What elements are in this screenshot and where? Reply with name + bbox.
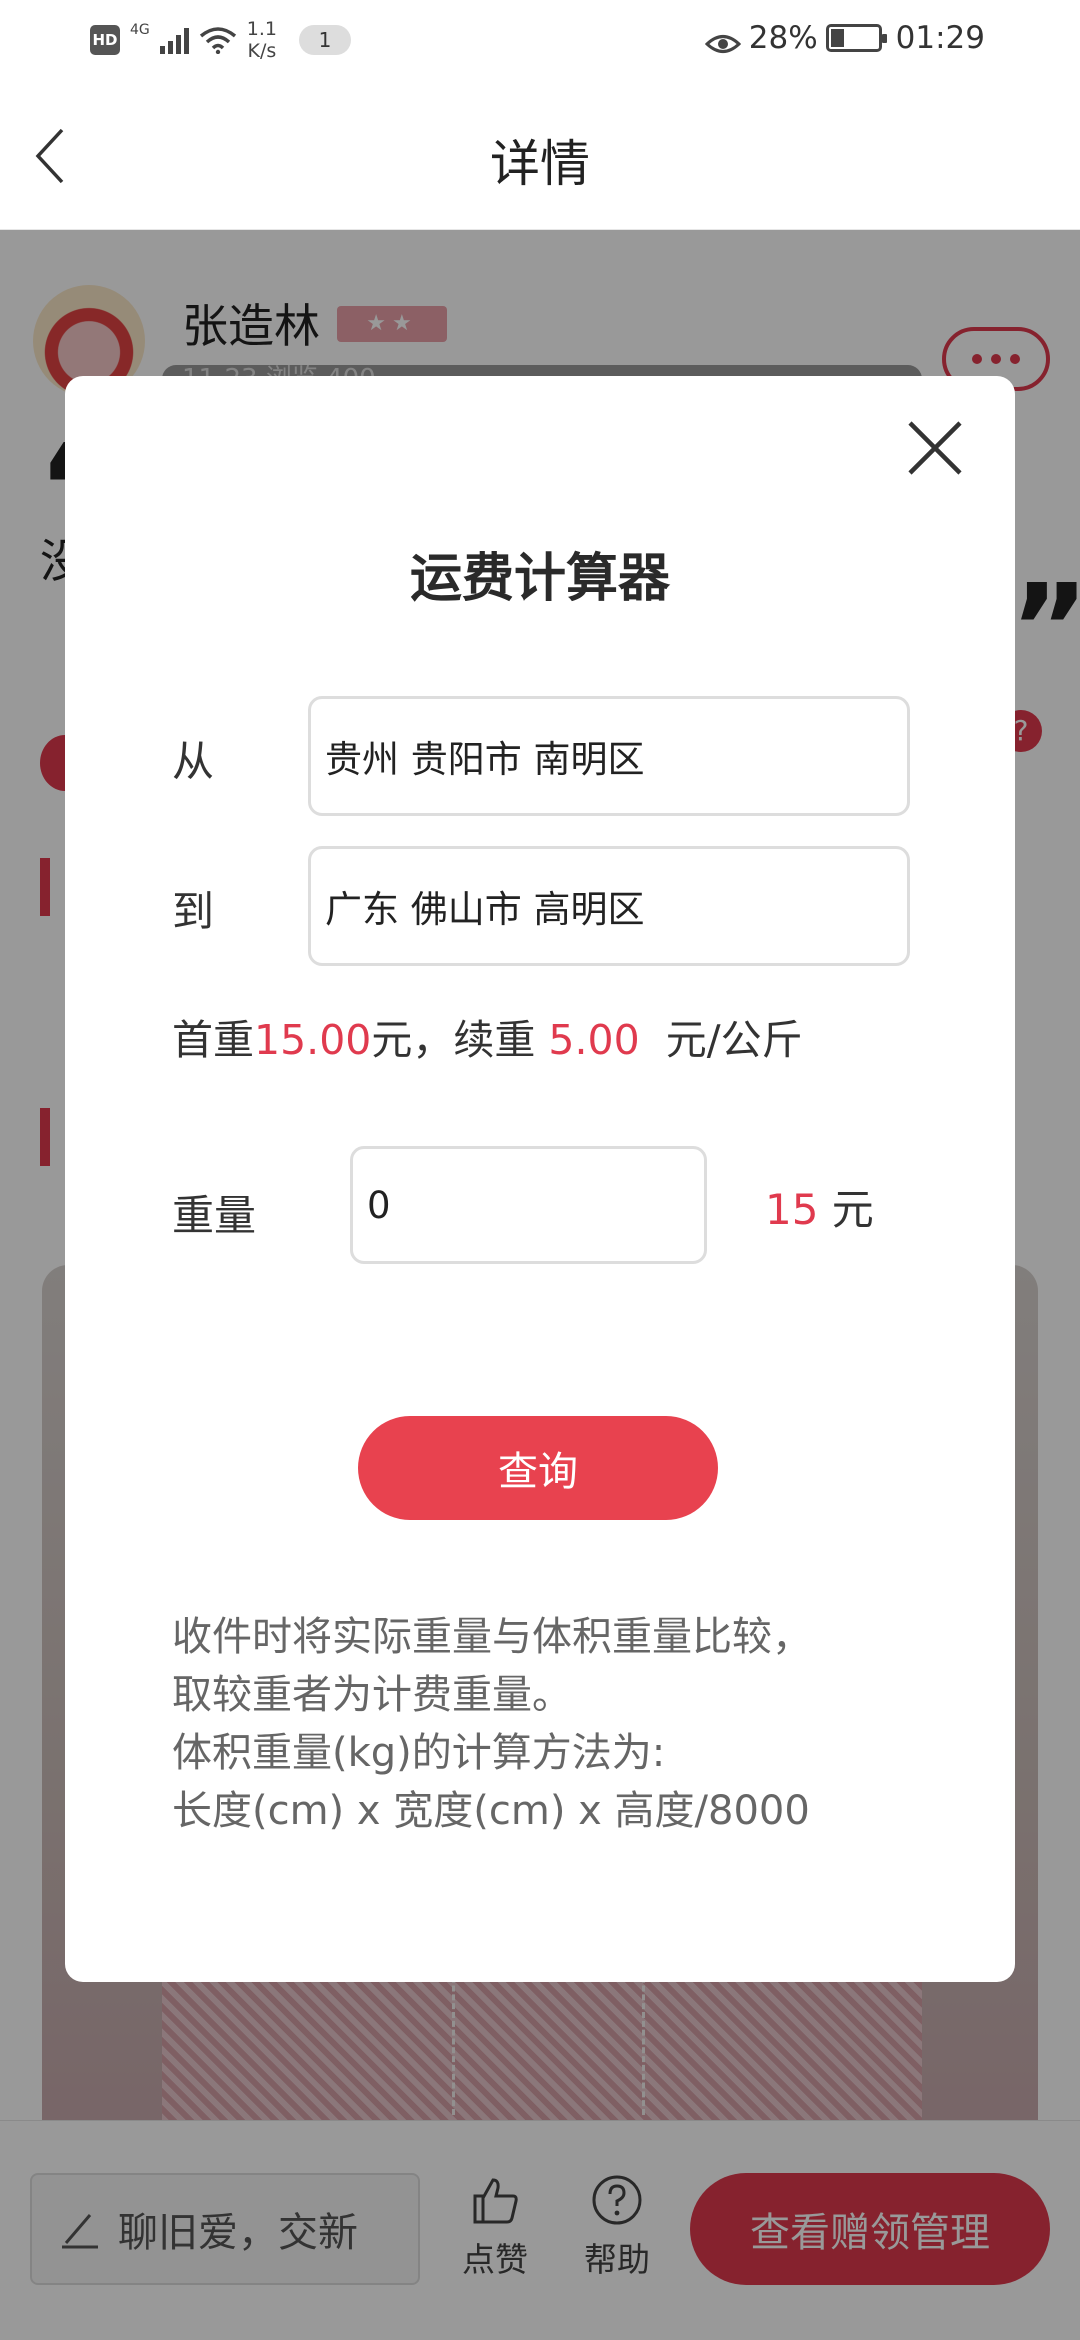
rate-info: 首重15.00元，续重 5.00 元/公斤	[172, 1006, 803, 1066]
status-right: 28% 01:29	[704, 20, 985, 56]
status-left: HD 4G 1.1 K/s 1	[90, 18, 351, 62]
battery-percent: 28%	[748, 20, 818, 56]
cost-result: 15 元	[765, 1176, 874, 1237]
battery-icon	[825, 24, 887, 52]
shipping-calculator-dialog: 运费计算器 从 贵州 贵阳市 南明区 到 广东 佛山市 高明区 首重15.00元…	[65, 376, 1015, 1982]
note-line: 取较重者为计费重量。	[172, 1672, 572, 1718]
to-address-field[interactable]: 广东 佛山市 高明区	[308, 846, 910, 966]
from-label: 从	[172, 737, 215, 786]
notification-count: 1	[298, 25, 351, 55]
wifi-icon	[199, 26, 237, 55]
signal-icon	[159, 26, 189, 54]
first-weight-price: 15.00	[254, 1016, 372, 1064]
speed-value: 1.1	[246, 18, 277, 40]
eye-comfort-icon	[704, 27, 741, 53]
note-line: 长度(cm) x 宽度(cm) x 高度/8000	[172, 1788, 810, 1834]
first-weight-label: 首重	[172, 1016, 254, 1064]
close-icon	[908, 421, 962, 475]
hd-icon: HD	[90, 25, 120, 55]
speed-unit: K/s	[247, 40, 277, 62]
clock: 01:29	[895, 20, 985, 56]
note-line: 体积重量(kg)的计算方法为:	[172, 1730, 666, 1776]
extra-weight-unit: 元/公斤	[639, 1016, 803, 1064]
cost-value: 15	[765, 1185, 819, 1234]
cost-unit: 元	[818, 1185, 874, 1234]
weight-label: 重量	[172, 1191, 257, 1240]
network-speed: 1.1 K/s	[247, 18, 277, 62]
status-bar: HD 4G 1.1 K/s 1 28% 01:29	[0, 0, 1080, 84]
page-title: 详情	[490, 135, 590, 193]
first-weight-unit: 元，续重	[371, 1016, 549, 1064]
app-header: 详情	[0, 84, 1080, 230]
close-button[interactable]	[905, 418, 965, 478]
battery-level	[830, 29, 844, 47]
network-type: 4G	[130, 22, 150, 38]
note-line: 收件时将实际重量与体积重量比较，	[172, 1614, 812, 1660]
weight-note: 收件时将实际重量与体积重量比较， 取较重者为计费重量。 体积重量(kg)的计算方…	[172, 1608, 812, 1840]
dialog-title: 运费计算器	[409, 549, 670, 609]
from-address-field[interactable]: 贵州 贵阳市 南明区	[308, 696, 910, 816]
extra-weight-price: 5.00	[548, 1016, 640, 1064]
weight-input[interactable]	[350, 1146, 707, 1264]
to-label: 到	[172, 887, 215, 936]
query-button[interactable]: 查询	[358, 1416, 718, 1520]
